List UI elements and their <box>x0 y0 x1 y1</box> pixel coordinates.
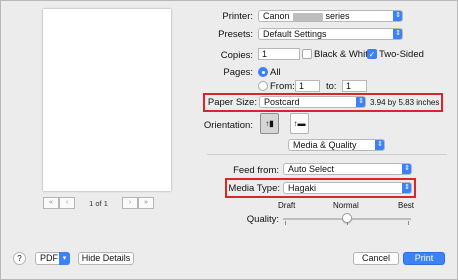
pdf-label: PDF <box>40 253 58 263</box>
media-type-value: Hagaki <box>288 183 317 193</box>
orientation-label: Orientation: <box>203 120 253 131</box>
redacted-model <box>292 12 323 21</box>
paper-size-popup[interactable]: Postcard ⇕ <box>259 96 366 108</box>
section-popup[interactable]: Media & Quality ⇕ <box>288 139 385 151</box>
pages-all-label: All <box>270 67 281 78</box>
cancel-button[interactable]: Cancel <box>353 252 399 265</box>
paper-dimensions: 3.94 by 5.83 inches <box>370 98 440 107</box>
to-page-field[interactable]: 1 <box>342 80 367 92</box>
section-value: Media & Quality <box>293 140 357 150</box>
quality-best-label: Best <box>398 201 415 210</box>
landscape-icon: ↑▬ <box>293 119 306 128</box>
pages-from-radio[interactable] <box>258 81 268 91</box>
landscape-orientation-button[interactable]: ↑▬ <box>290 113 309 134</box>
quality-label: Quality: <box>246 214 279 225</box>
prev-page-button[interactable]: ‹ <box>59 197 75 209</box>
next-page-button[interactable]: › <box>122 197 138 209</box>
quality-tick <box>408 221 409 225</box>
presets-popup[interactable]: Default Settings ⇕ <box>258 28 403 40</box>
feed-from-value: Auto Select <box>288 164 335 174</box>
chevron-updown-icon: ⇕ <box>393 29 402 39</box>
pages-from-label: From: <box>270 81 295 92</box>
presets-value: Default Settings <box>263 29 327 39</box>
printer-label: Printer: <box>222 11 253 22</box>
copies-label: Copies: <box>220 50 253 61</box>
pdf-button[interactable]: PDF ▾ <box>35 252 70 265</box>
quality-slider-knob[interactable] <box>342 213 352 223</box>
copies-field[interactable]: 1 <box>258 48 300 60</box>
two-sided-label: Two-Sided <box>379 49 424 60</box>
first-page-button[interactable]: « <box>43 197 59 209</box>
feed-from-label: Feed from: <box>233 165 279 176</box>
media-type-label: Media Type: <box>228 183 280 194</box>
printer-name-suffix: series <box>325 11 350 21</box>
chevron-updown-icon: ⇕ <box>402 183 411 193</box>
paper-size-label: Paper Size: <box>207 97 257 108</box>
from-page-field[interactable]: 1 <box>295 80 320 92</box>
last-page-button[interactable]: » <box>138 197 154 209</box>
presets-label: Presets: <box>218 29 253 40</box>
black-white-checkbox[interactable] <box>302 49 312 59</box>
print-button[interactable]: Print <box>403 252 445 265</box>
printer-name-prefix: Canon <box>263 11 290 21</box>
chevron-updown-icon: ⇕ <box>356 97 365 107</box>
chevron-updown-icon: ⇕ <box>402 164 411 174</box>
paper-size-value: Postcard <box>264 97 300 107</box>
printer-popup[interactable]: Canon series ⇕ <box>258 10 403 22</box>
hide-details-button[interactable]: Hide Details <box>78 252 134 265</box>
portrait-icon: ↑▮ <box>265 119 274 128</box>
black-white-label: Black & White <box>314 49 374 60</box>
preview-pager: « ‹ 1 of 1 › » <box>43 197 154 209</box>
quality-tick <box>285 221 286 225</box>
media-type-popup[interactable]: Hagaki ⇕ <box>283 182 412 194</box>
chevron-down-icon: ▾ <box>59 252 70 265</box>
quality-normal-label: Normal <box>333 201 359 210</box>
page-preview <box>43 9 171 191</box>
checkmark-icon: ✓ <box>368 50 376 59</box>
section-divider <box>207 154 447 155</box>
quality-draft-label: Draft <box>278 201 296 210</box>
to-label: to: <box>326 81 337 92</box>
help-button[interactable]: ? <box>13 252 26 265</box>
feed-from-popup[interactable]: Auto Select ⇕ <box>283 163 412 175</box>
two-sided-checkbox[interactable]: ✓ <box>367 49 377 59</box>
page-indicator: 1 of 1 <box>89 198 108 208</box>
chevron-updown-icon: ⇕ <box>375 140 384 150</box>
pages-label: Pages: <box>223 67 253 78</box>
portrait-orientation-button[interactable]: ↑▮ <box>260 113 279 134</box>
chevron-updown-icon: ⇕ <box>393 11 402 21</box>
pages-all-radio[interactable] <box>258 67 268 77</box>
